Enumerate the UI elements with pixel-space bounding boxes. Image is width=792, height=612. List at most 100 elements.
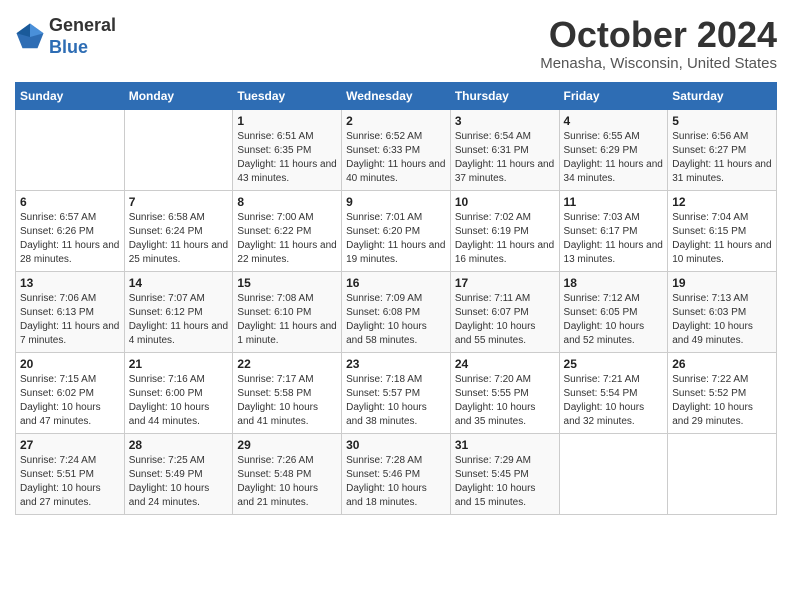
day-cell: 8 Sunrise: 7:00 AMSunset: 6:22 PMDaylight… [233, 190, 342, 271]
day-number: 5 [672, 114, 772, 128]
header-row: SundayMondayTuesdayWednesdayThursdayFrid… [16, 82, 777, 109]
day-cell: 29 Sunrise: 7:26 AMSunset: 5:48 PMDayligh… [233, 433, 342, 514]
week-row-2: 6Sunrise: 6:57 AMSunset: 6:26 PMDaylight… [16, 190, 777, 271]
day-number: 6 [20, 195, 120, 209]
day-info: Sunrise: 6:55 AMSunset: 6:29 PMDaylight:… [564, 130, 664, 186]
day-number: 18 [564, 276, 664, 290]
day-info: Sunrise: 7:12 AMSunset: 6:05 PMDaylight:… [564, 292, 664, 348]
calendar-body: 1 Sunrise: 6:51 AMSunset: 6:35 PMDaylight… [16, 109, 777, 514]
day-info: Sunrise: 7:04 AMSunset: 6:15 PMDaylight:… [672, 211, 772, 267]
day-number: 25 [564, 357, 664, 371]
day-number: 24 [455, 357, 555, 371]
day-info: Sunrise: 7:18 AMSunset: 5:57 PMDaylight:… [346, 373, 446, 429]
day-info: Sunrise: 7:11 AMSunset: 6:07 PMDaylight:… [455, 292, 555, 348]
day-cell: 14 Sunrise: 7:07 AMSunset: 6:12 PMDayligh… [124, 271, 233, 352]
header-cell-saturday: Saturday [668, 82, 777, 109]
day-number: 16 [346, 276, 446, 290]
day-number: 26 [672, 357, 772, 371]
day-cell: 23Sunrise: 7:18 AMSunset: 5:57 PMDayligh… [342, 352, 451, 433]
header-cell-monday: Monday [124, 82, 233, 109]
day-cell: 6Sunrise: 6:57 AMSunset: 6:26 PMDaylight… [16, 190, 125, 271]
day-info: Sunrise: 7:24 AMSunset: 5:51 PMDaylight:… [20, 454, 120, 510]
day-info: Sunrise: 6:52 AMSunset: 6:33 PMDaylight:… [346, 130, 446, 186]
header-cell-sunday: Sunday [16, 82, 125, 109]
day-number: 22 [237, 357, 337, 371]
week-row-4: 20 Sunrise: 7:15 AMSunset: 6:02 PMDayligh… [16, 352, 777, 433]
day-cell: 10 Sunrise: 7:02 AMSunset: 6:19 PMDayligh… [450, 190, 559, 271]
day-number: 31 [455, 438, 555, 452]
day-number: 11 [564, 195, 664, 209]
day-info: Sunrise: 7:09 AMSunset: 6:08 PMDaylight:… [346, 292, 446, 348]
day-info: Sunrise: 7:20 AMSunset: 5:55 PMDaylight:… [455, 373, 555, 429]
day-info: Sunrise: 7:07 AMSunset: 6:12 PMDaylight:… [129, 292, 229, 348]
day-info: Sunrise: 6:51 AMSunset: 6:35 PMDaylight:… [237, 130, 337, 186]
header-cell-wednesday: Wednesday [342, 82, 451, 109]
calendar-header: SundayMondayTuesdayWednesdayThursdayFrid… [16, 82, 777, 109]
day-cell: 24 Sunrise: 7:20 AMSunset: 5:55 PMDayligh… [450, 352, 559, 433]
day-cell: 4 Sunrise: 6:55 AMSunset: 6:29 PMDaylight… [559, 109, 668, 190]
day-number: 15 [237, 276, 337, 290]
day-info: Sunrise: 7:29 AMSunset: 5:45 PMDaylight:… [455, 454, 555, 510]
day-cell: 17 Sunrise: 7:11 AMSunset: 6:07 PMDayligh… [450, 271, 559, 352]
title-block: October 2024 Menasha, Wisconsin, United … [540, 15, 777, 72]
day-cell: 22 Sunrise: 7:17 AMSunset: 5:58 PMDayligh… [233, 352, 342, 433]
day-cell: 9Sunrise: 7:01 AMSunset: 6:20 PMDaylight… [342, 190, 451, 271]
day-cell: 2 Sunrise: 6:52 AMSunset: 6:33 PMDaylight… [342, 109, 451, 190]
day-info: Sunrise: 7:00 AMSunset: 6:22 PMDaylight:… [237, 211, 337, 267]
day-number: 14 [129, 276, 229, 290]
day-info: Sunrise: 7:02 AMSunset: 6:19 PMDaylight:… [455, 211, 555, 267]
day-cell: 15Sunrise: 7:08 AMSunset: 6:10 PMDayligh… [233, 271, 342, 352]
day-number: 8 [237, 195, 337, 209]
day-number: 27 [20, 438, 120, 452]
day-number: 4 [564, 114, 664, 128]
logo-blue: Blue [49, 37, 88, 57]
day-info: Sunrise: 7:13 AMSunset: 6:03 PMDaylight:… [672, 292, 772, 348]
logo-general: General [49, 15, 116, 35]
day-cell: 13Sunrise: 7:06 AMSunset: 6:13 PMDayligh… [16, 271, 125, 352]
location: Menasha, Wisconsin, United States [540, 55, 777, 72]
day-cell: 31 Sunrise: 7:29 AMSunset: 5:45 PMDayligh… [450, 433, 559, 514]
day-info: Sunrise: 6:54 AMSunset: 6:31 PMDaylight:… [455, 130, 555, 186]
day-number: 19 [672, 276, 772, 290]
week-row-3: 13Sunrise: 7:06 AMSunset: 6:13 PMDayligh… [16, 271, 777, 352]
calendar-table: SundayMondayTuesdayWednesdayThursdayFrid… [15, 82, 777, 515]
day-number: 20 [20, 357, 120, 371]
day-cell: 11Sunrise: 7:03 AMSunset: 6:17 PMDayligh… [559, 190, 668, 271]
day-cell: 19 Sunrise: 7:13 AMSunset: 6:03 PMDayligh… [668, 271, 777, 352]
day-cell: 20 Sunrise: 7:15 AMSunset: 6:02 PMDayligh… [16, 352, 125, 433]
day-info: Sunrise: 7:16 AMSunset: 6:00 PMDaylight:… [129, 373, 229, 429]
day-number: 12 [672, 195, 772, 209]
day-cell: 18 Sunrise: 7:12 AMSunset: 6:05 PMDayligh… [559, 271, 668, 352]
day-number: 2 [346, 114, 446, 128]
day-cell: 27 Sunrise: 7:24 AMSunset: 5:51 PMDayligh… [16, 433, 125, 514]
page-header: General Blue October 2024 Menasha, Wisco… [15, 15, 777, 72]
day-cell: 12 Sunrise: 7:04 AMSunset: 6:15 PMDayligh… [668, 190, 777, 271]
day-cell: 26 Sunrise: 7:22 AMSunset: 5:52 PMDayligh… [668, 352, 777, 433]
day-cell: 28Sunrise: 7:25 AMSunset: 5:49 PMDayligh… [124, 433, 233, 514]
day-info: Sunrise: 7:25 AMSunset: 5:49 PMDaylight:… [129, 454, 229, 510]
day-cell [16, 109, 125, 190]
day-cell [668, 433, 777, 514]
day-cell: 1 Sunrise: 6:51 AMSunset: 6:35 PMDaylight… [233, 109, 342, 190]
day-cell: 16 Sunrise: 7:09 AMSunset: 6:08 PMDayligh… [342, 271, 451, 352]
day-cell [124, 109, 233, 190]
day-number: 17 [455, 276, 555, 290]
day-cell: 30Sunrise: 7:28 AMSunset: 5:46 PMDayligh… [342, 433, 451, 514]
day-info: Sunrise: 7:17 AMSunset: 5:58 PMDaylight:… [237, 373, 337, 429]
day-info: Sunrise: 7:26 AMSunset: 5:48 PMDaylight:… [237, 454, 337, 510]
day-info: Sunrise: 7:21 AMSunset: 5:54 PMDaylight:… [564, 373, 664, 429]
day-cell [559, 433, 668, 514]
month-title: October 2024 [540, 15, 777, 55]
day-number: 1 [237, 114, 337, 128]
day-info: Sunrise: 7:01 AMSunset: 6:20 PMDaylight:… [346, 211, 446, 267]
day-cell: 5Sunrise: 6:56 AMSunset: 6:27 PMDaylight… [668, 109, 777, 190]
day-info: Sunrise: 7:15 AMSunset: 6:02 PMDaylight:… [20, 373, 120, 429]
day-cell: 7Sunrise: 6:58 AMSunset: 6:24 PMDaylight… [124, 190, 233, 271]
day-number: 29 [237, 438, 337, 452]
header-cell-thursday: Thursday [450, 82, 559, 109]
header-cell-friday: Friday [559, 82, 668, 109]
day-number: 10 [455, 195, 555, 209]
day-cell: 3Sunrise: 6:54 AMSunset: 6:31 PMDaylight… [450, 109, 559, 190]
day-info: Sunrise: 7:22 AMSunset: 5:52 PMDaylight:… [672, 373, 772, 429]
week-row-5: 27 Sunrise: 7:24 AMSunset: 5:51 PMDayligh… [16, 433, 777, 514]
